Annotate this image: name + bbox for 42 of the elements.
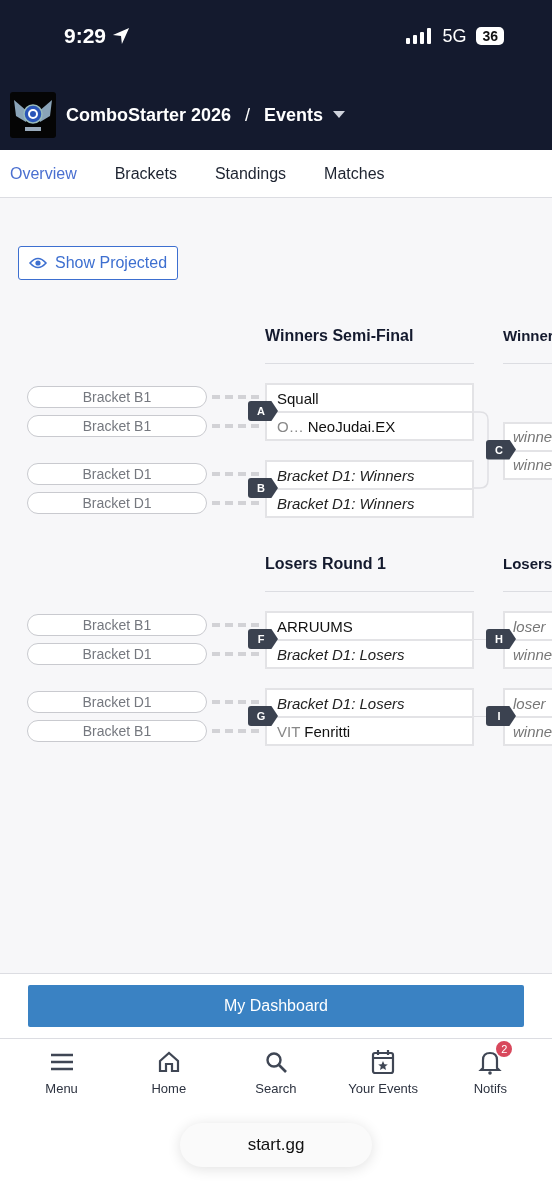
seed-pill: Bracket B1: [27, 386, 207, 408]
round-title: Losers Round 1: [265, 555, 386, 573]
seed-pill: Bracket B1: [27, 415, 207, 437]
menu-icon[interactable]: [49, 1051, 74, 1072]
seed-pill: Bracket B1: [27, 614, 207, 636]
seed-pill: Bracket D1: [27, 463, 207, 485]
show-projected-button[interactable]: Show Projected: [18, 246, 179, 280]
seed-pill: Bracket D1: [27, 492, 207, 514]
events-dropdown[interactable]: Events: [264, 104, 324, 126]
home-icon[interactable]: [156, 1049, 181, 1074]
nav-label[interactable]: Your Events: [348, 1080, 418, 1096]
nav-label[interactable]: Search: [255, 1080, 297, 1096]
round-title: Losers: [503, 555, 552, 572]
search-icon[interactable]: [263, 1049, 288, 1074]
eye-icon: [29, 257, 47, 269]
tab[interactable]: Matches: [324, 164, 385, 183]
seed-pill: Bracket B1: [27, 720, 207, 742]
caret-icon[interactable]: [333, 111, 346, 119]
nav-label[interactable]: Menu: [45, 1080, 78, 1096]
match-badge: A: [248, 401, 278, 421]
tab[interactable]: Standings: [214, 164, 287, 183]
seed-pill: Bracket D1: [27, 643, 207, 665]
logo-icon: [10, 92, 56, 138]
battery-indicator: 36: [476, 27, 504, 45]
network-label: 5G: [442, 25, 467, 47]
breadcrumb-separator: /: [245, 104, 251, 126]
tab[interactable]: Brackets: [114, 164, 177, 183]
notification-badge: 2: [496, 1040, 513, 1057]
match-badge: F: [248, 629, 278, 649]
seed-pill: Bracket D1: [27, 691, 207, 713]
tab[interactable]: Overview: [10, 164, 77, 183]
location-arrow-icon: [112, 27, 131, 45]
dashboard-button[interactable]: My Dashboard: [28, 985, 524, 1027]
match-badge: G: [248, 706, 278, 726]
nav-label[interactable]: Home: [151, 1080, 187, 1096]
status-time: 9:29: [64, 24, 107, 48]
tournament-title[interactable]: ComboStarter 2026: [66, 104, 232, 126]
nav-label[interactable]: Notifs: [473, 1080, 507, 1096]
round-title: Winners Semi-Final: [265, 327, 414, 345]
url-bar[interactable]: start.gg: [180, 1123, 372, 1167]
signal-icon: [406, 28, 433, 44]
match-badge: B: [248, 478, 278, 498]
